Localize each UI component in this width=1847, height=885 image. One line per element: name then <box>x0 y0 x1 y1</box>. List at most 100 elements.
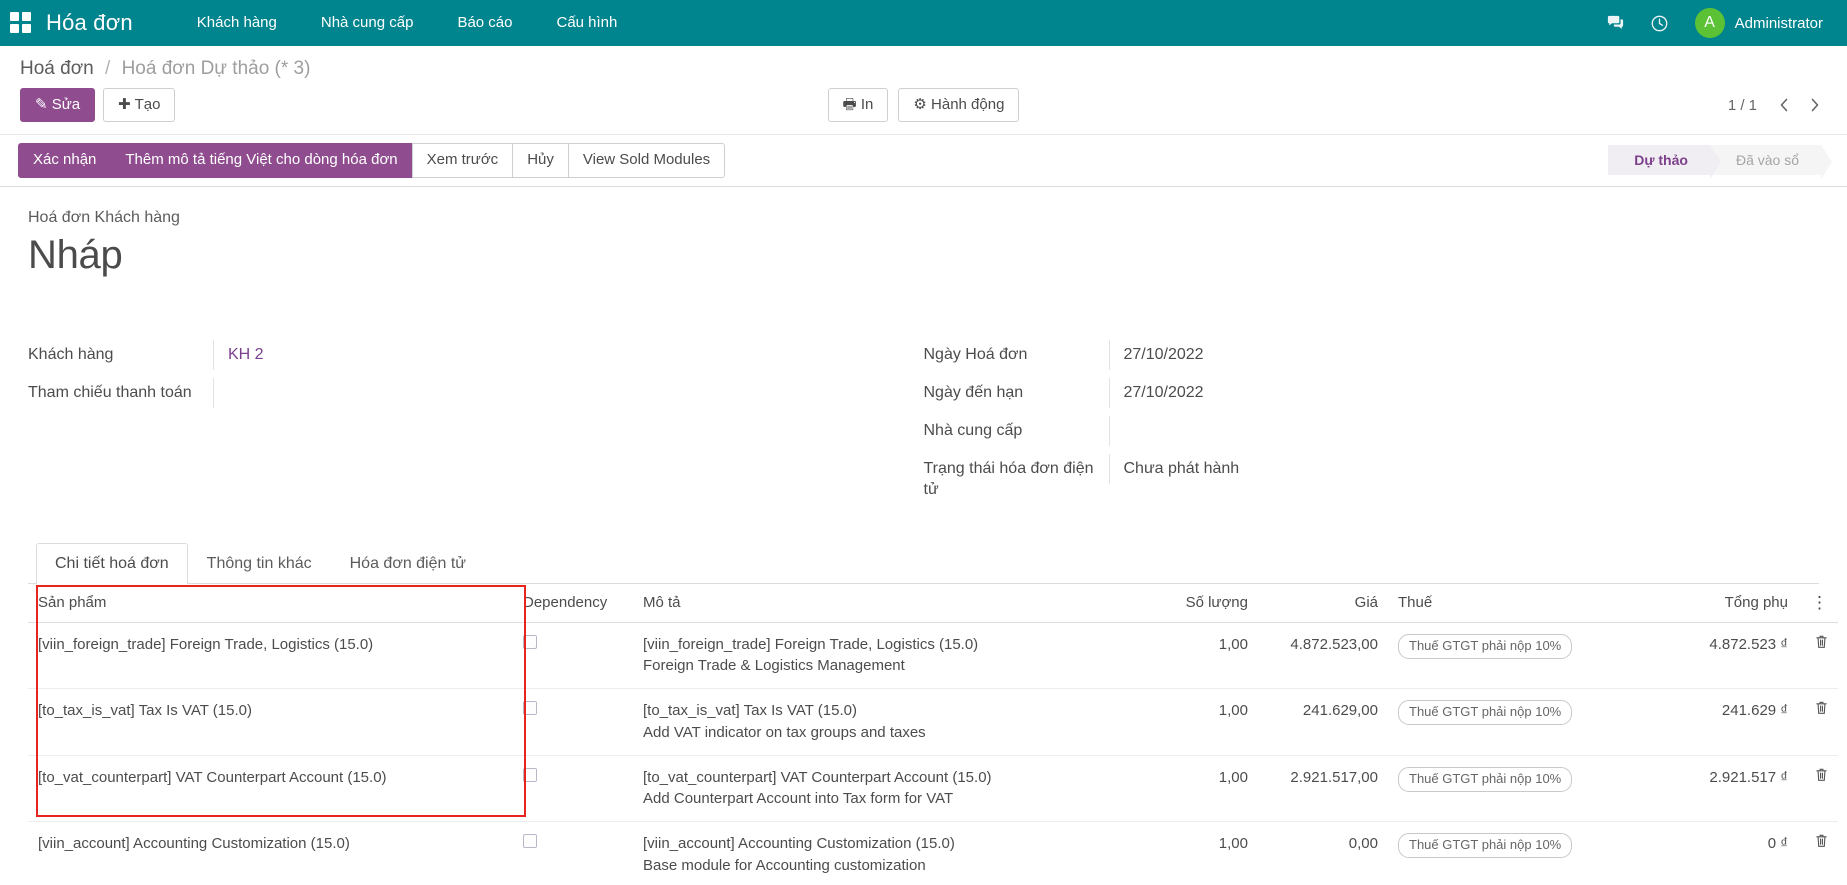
field-due-date-label: Ngày đến hạn <box>924 378 1109 408</box>
field-customer-value[interactable]: KH 2 <box>213 340 864 370</box>
cell-tax[interactable]: Thuế GTGT phải nộp 10% <box>1388 689 1608 756</box>
print-button[interactable]: 🖶 In <box>828 88 889 122</box>
dependency-checkbox[interactable] <box>523 635 537 649</box>
table-header-row: Sản phẩm Dependency Mô tả Số lượng Giá T… <box>28 584 1838 623</box>
trash-icon[interactable] <box>1809 833 1828 855</box>
cell-delete[interactable] <box>1798 755 1838 822</box>
edit-button[interactable]: ✎ Sửa <box>20 88 95 122</box>
cell-tax[interactable]: Thuế GTGT phải nộp 10% <box>1388 822 1608 885</box>
col-header-tax[interactable]: Thuế <box>1388 584 1608 623</box>
control-panel-center-buttons: 🖶 In ⚙ Hành động <box>0 88 1847 122</box>
cell-dependency[interactable] <box>513 822 633 885</box>
tab-other-info[interactable]: Thông tin khác <box>188 543 331 584</box>
table-row[interactable]: [viin_foreign_trade] Foreign Trade, Logi… <box>28 622 1838 689</box>
view-sold-modules-button[interactable]: View Sold Modules <box>568 143 725 177</box>
apps-grid-icon[interactable] <box>10 12 32 34</box>
table-body: [viin_foreign_trade] Foreign Trade, Logi… <box>28 622 1838 885</box>
plus-icon: ✚ <box>118 96 131 113</box>
cell-quantity[interactable]: 1,00 <box>1138 755 1258 822</box>
field-customer: Khách hàng KH 2 <box>28 340 864 376</box>
col-header-description[interactable]: Mô tả <box>633 584 1138 623</box>
edit-button-label: Sửa <box>52 96 80 113</box>
cell-product[interactable]: [viin_foreign_trade] Foreign Trade, Logi… <box>28 622 513 689</box>
trash-icon[interactable] <box>1809 700 1828 722</box>
stage-draft[interactable]: Dự thảo <box>1608 145 1710 175</box>
cell-dependency[interactable] <box>513 622 633 689</box>
tab-invoice-lines[interactable]: Chi tiết hoá đơn <box>36 543 188 584</box>
avatar: A <box>1695 8 1725 38</box>
dependency-checkbox[interactable] <box>523 768 537 782</box>
cell-delete[interactable] <box>1798 622 1838 689</box>
col-header-product[interactable]: Sản phẩm <box>28 584 513 623</box>
right-field-group: Ngày Hoá đơn 27/10/2022 Ngày đến hạn 27/… <box>924 340 1820 507</box>
preview-button[interactable]: Xem trước <box>412 143 514 177</box>
table-row[interactable]: [to_tax_is_vat] Tax Is VAT (15.0) [to_ta… <box>28 689 1838 756</box>
cell-delete[interactable] <box>1798 822 1838 885</box>
create-button[interactable]: ✚ Tạo <box>103 88 175 122</box>
cell-product[interactable]: [viin_account] Accounting Customization … <box>28 822 513 885</box>
menu-item-reports[interactable]: Báo cáo <box>435 0 534 46</box>
cell-quantity[interactable]: 1,00 <box>1138 822 1258 885</box>
cell-tax[interactable]: Thuế GTGT phải nộp 10% <box>1388 622 1608 689</box>
col-header-quantity[interactable]: Số lượng <box>1138 584 1258 623</box>
cell-product[interactable]: [to_tax_is_vat] Tax Is VAT (15.0) <box>28 689 513 756</box>
cell-dependency[interactable] <box>513 689 633 756</box>
cell-price[interactable]: 4.872.523,00 <box>1258 622 1388 689</box>
tax-badge: Thuế GTGT phải nộp 10% <box>1398 833 1572 858</box>
chat-bubble-icon[interactable] <box>1597 3 1635 43</box>
cell-quantity[interactable]: 1,00 <box>1138 689 1258 756</box>
cell-description[interactable]: [viin_foreign_trade] Foreign Trade, Logi… <box>633 622 1138 689</box>
trash-icon[interactable] <box>1809 767 1828 789</box>
dependency-checkbox[interactable] <box>523 834 537 848</box>
description-sub: Add VAT indicator on tax groups and taxe… <box>643 722 1128 744</box>
table-row[interactable]: [to_vat_counterpart] VAT Counterpart Acc… <box>28 755 1838 822</box>
gear-icon: ⚙ <box>913 96 926 113</box>
field-payment-reference-label: Tham chiếu thanh toán <box>28 378 213 408</box>
user-menu[interactable]: A Administrator <box>1685 8 1829 38</box>
cell-delete[interactable] <box>1798 689 1838 756</box>
confirm-button[interactable]: Xác nhận <box>18 143 111 177</box>
cell-description[interactable]: [viin_account] Accounting Customization … <box>633 822 1138 885</box>
table-row[interactable]: [viin_account] Accounting Customization … <box>28 822 1838 885</box>
add-vietnamese-description-button[interactable]: Thêm mô tả tiếng Việt cho dòng hóa đơn <box>110 143 412 177</box>
field-payment-reference-value[interactable] <box>213 378 864 408</box>
col-header-dependency[interactable]: Dependency <box>513 584 633 623</box>
col-header-price[interactable]: Giá <box>1258 584 1388 623</box>
invoice-lines-zone: Sản phẩm Dependency Mô tả Số lượng Giá T… <box>28 584 1819 885</box>
cell-description[interactable]: [to_tax_is_vat] Tax Is VAT (15.0) Add VA… <box>633 689 1138 756</box>
print-button-label: In <box>861 96 874 113</box>
menu-item-customers[interactable]: Khách hàng <box>175 0 299 46</box>
cancel-button[interactable]: Hủy <box>512 143 569 177</box>
clock-icon[interactable] <box>1641 3 1679 43</box>
col-header-subtotal[interactable]: Tổng phụ <box>1608 584 1798 623</box>
cell-dependency[interactable] <box>513 755 633 822</box>
cell-price[interactable]: 2.921.517,00 <box>1258 755 1388 822</box>
column-options-button[interactable]: ⋮ <box>1798 584 1838 623</box>
cell-quantity[interactable]: 1,00 <box>1138 622 1258 689</box>
tax-badge: Thuế GTGT phải nộp 10% <box>1398 634 1572 659</box>
cell-price[interactable]: 241.629,00 <box>1258 689 1388 756</box>
field-invoice-date-value[interactable]: 27/10/2022 <box>1109 340 1760 370</box>
action-button[interactable]: ⚙ Hành động <box>898 88 1019 122</box>
cell-price[interactable]: 0,00 <box>1258 822 1388 885</box>
description-sub: Add Counterpart Account into Tax form fo… <box>643 788 1128 810</box>
breadcrumb-root[interactable]: Hoá đơn <box>20 58 94 79</box>
dependency-checkbox[interactable] <box>523 701 537 715</box>
cell-product[interactable]: [to_vat_counterpart] VAT Counterpart Acc… <box>28 755 513 822</box>
cell-description[interactable]: [to_vat_counterpart] VAT Counterpart Acc… <box>633 755 1138 822</box>
chevron-left-icon[interactable] <box>1771 92 1797 118</box>
app-brand-title[interactable]: Hóa đơn <box>46 10 133 36</box>
menu-item-vendors[interactable]: Nhà cung cấp <box>299 0 436 46</box>
tab-einvoice[interactable]: Hóa đơn điện tử <box>331 543 485 584</box>
field-vendor-value[interactable] <box>1109 416 1760 446</box>
trash-icon[interactable] <box>1809 634 1828 656</box>
notebook-tabs: Chi tiết hoá đơn Thông tin khác Hóa đơn … <box>28 543 1819 584</box>
field-due-date-value[interactable]: 27/10/2022 <box>1109 378 1760 408</box>
table-header: Sản phẩm Dependency Mô tả Số lượng Giá T… <box>28 584 1838 623</box>
menu-item-configuration[interactable]: Cấu hình <box>534 0 639 46</box>
chevron-right-icon[interactable] <box>1801 92 1827 118</box>
field-einvoice-status: Trạng thái hóa đơn điện tử Chưa phát hàn… <box>924 454 1760 505</box>
vertical-dots-icon[interactable]: ⋮ <box>1811 593 1828 612</box>
stage-posted[interactable]: Đã vào sổ <box>1710 145 1821 175</box>
cell-tax[interactable]: Thuế GTGT phải nộp 10% <box>1388 755 1608 822</box>
